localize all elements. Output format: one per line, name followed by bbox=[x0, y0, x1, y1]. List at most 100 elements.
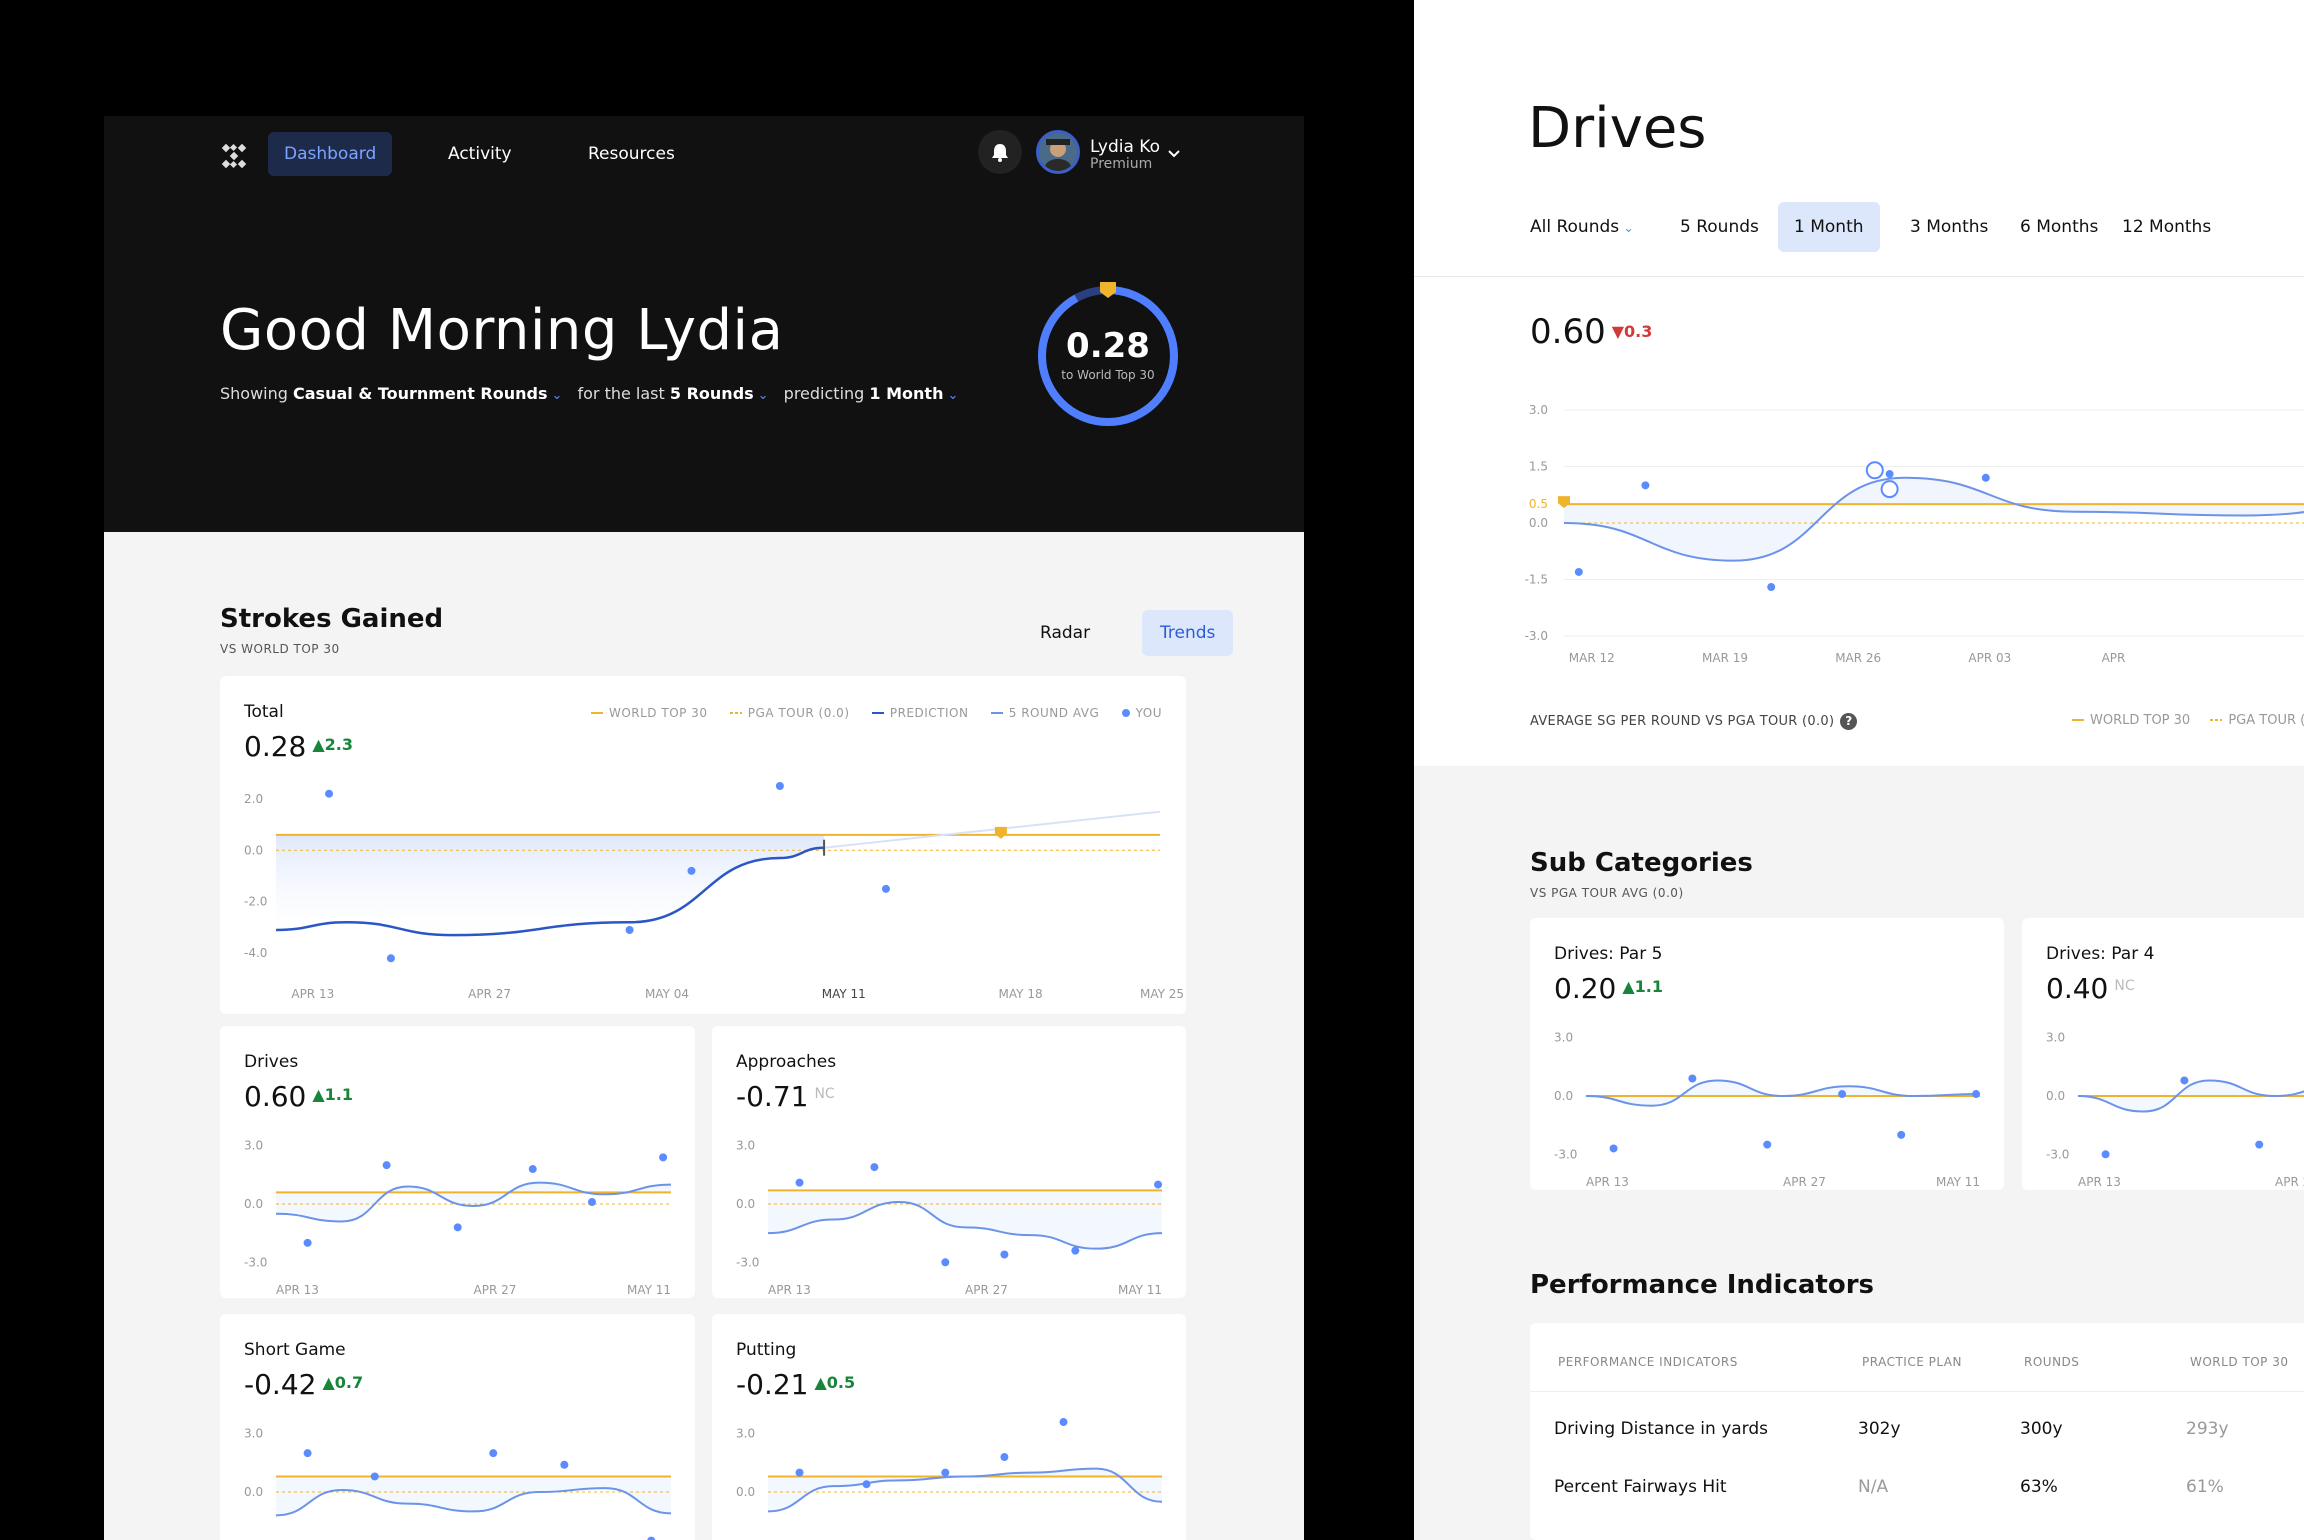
card-label: Putting bbox=[736, 1340, 797, 1360]
x-tick-label: MAY 11 bbox=[1118, 1283, 1162, 1297]
x-tick-label: MAY 11 bbox=[822, 987, 866, 1001]
sub-category-card[interactable]: Drives: Par 5 0.20 ▲1.1 3.0 0.0 -3.0 APR 13 A… bbox=[1530, 918, 2004, 1190]
you-point bbox=[489, 1449, 498, 1458]
y-tick-label: -3.0 bbox=[1525, 629, 1548, 643]
you-point bbox=[303, 1449, 312, 1458]
you-point bbox=[370, 1472, 379, 1481]
nav-resources[interactable]: Resources bbox=[572, 132, 691, 176]
notifications-button[interactable] bbox=[978, 130, 1022, 174]
tab-12-months[interactable]: 12 Months bbox=[2106, 202, 2227, 252]
table-cell: 61% bbox=[2186, 1477, 2224, 1497]
card-label: Drives: Par 4 bbox=[2046, 944, 2155, 964]
period-dropdown[interactable]: 1 Month bbox=[869, 384, 943, 403]
y-tick-label: 0.5 bbox=[1529, 497, 1548, 511]
y-tick-label: 0.0 bbox=[244, 1197, 263, 1211]
you-point bbox=[1000, 1250, 1009, 1259]
x-tick-label: APR 13 bbox=[1586, 1175, 1629, 1189]
table-header: PRACTICE PLAN bbox=[1862, 1355, 1962, 1369]
approaches-card[interactable]: Approaches -0.71 NC 3.0 0.0 -3.0 APR 13 APR 2… bbox=[712, 1026, 1186, 1298]
delta-down: ▼0.3 bbox=[1611, 322, 1653, 341]
chevron-down-icon[interactable]: ⌄ bbox=[758, 388, 769, 403]
you-point bbox=[1981, 473, 1990, 482]
x-tick-label: MAR 19 bbox=[1702, 651, 1748, 665]
you-point bbox=[303, 1238, 312, 1247]
y-tick-label: 0.0 bbox=[244, 1485, 263, 1499]
card-value: 0.40 NC bbox=[2046, 972, 2135, 1005]
drives-value: 0.60 ▼0.3 bbox=[1530, 312, 1653, 352]
score-value: 0.28 bbox=[1066, 326, 1150, 366]
avatar[interactable] bbox=[1036, 130, 1080, 174]
tab-6-months[interactable]: 6 Months bbox=[2004, 202, 2114, 252]
trend-area bbox=[1586, 1080, 1980, 1106]
y-tick-label: 0.0 bbox=[1554, 1089, 1573, 1103]
x-tick-label: MAY 04 bbox=[645, 987, 689, 1001]
sub-category-card[interactable]: Drives: Par 4 0.40 NC 3.0 0.0 -3.0 APR 13 APR… bbox=[2022, 918, 2304, 1190]
drives-header-section: Drives All Rounds ⌄ 5 Rounds 1 Month 3 Mo… bbox=[1414, 0, 2304, 766]
user-name[interactable]: Lydia Ko bbox=[1090, 137, 1160, 157]
short-game-card[interactable]: Short Game -0.42 ▲0.7 3.0 0.0 bbox=[220, 1314, 695, 1540]
you-point bbox=[1574, 567, 1583, 576]
showing-label: Showing bbox=[220, 384, 288, 403]
help-icon[interactable]: ? bbox=[1840, 713, 1858, 730]
y-tick-label: 3.0 bbox=[244, 1427, 263, 1441]
x-tick-label: MAY 11 bbox=[627, 1283, 671, 1297]
prediction-area bbox=[276, 834, 825, 936]
putting-chart: 3.0 0.0 bbox=[736, 1418, 1163, 1513]
x-tick-label: APR 13 bbox=[768, 1283, 811, 1297]
table-header: WORLD TOP 30 bbox=[2190, 1355, 2289, 1369]
nav-dashboard[interactable]: Dashboard bbox=[268, 132, 393, 176]
divider bbox=[1414, 276, 2304, 277]
you-point bbox=[2101, 1150, 2110, 1159]
table-cell: 293y bbox=[2186, 1419, 2229, 1439]
you-point bbox=[1641, 481, 1650, 490]
trend-area bbox=[768, 1468, 1162, 1512]
avatar-image bbox=[1039, 133, 1077, 171]
app-logo-icon[interactable] bbox=[220, 142, 248, 170]
all-rounds-dropdown[interactable]: All Rounds ⌄ bbox=[1514, 202, 1660, 252]
you-point bbox=[382, 1161, 391, 1170]
x-tick-label: MAY 18 bbox=[999, 987, 1043, 1001]
you-point bbox=[795, 1468, 804, 1477]
y-tick-label: 0.0 bbox=[1529, 516, 1548, 530]
card-value: 0.60 ▲1.1 bbox=[244, 1080, 353, 1113]
y-tick-label: 0.0 bbox=[244, 843, 263, 857]
nav-activity[interactable]: Activity bbox=[432, 132, 528, 176]
card-label: Approaches bbox=[736, 1052, 837, 1072]
card-label: Short Game bbox=[244, 1340, 346, 1360]
tab-3-months[interactable]: 3 Months bbox=[1894, 202, 2004, 252]
legend-pga-tour: PGA TOUR (0.0) bbox=[729, 706, 850, 720]
you-point bbox=[2255, 1140, 2264, 1149]
y-tick-label: -1.5 bbox=[1525, 573, 1548, 587]
drives-card[interactable]: Drives 0.60 ▲1.1 3.0 0.0 -3.0 APR 13 APR 27 MA… bbox=[220, 1026, 695, 1298]
putting-card[interactable]: Putting -0.21 ▲0.5 3.0 0.0 bbox=[712, 1314, 1186, 1540]
x-tick-label: APR 27 bbox=[474, 1283, 517, 1297]
tab-trends[interactable]: Trends bbox=[1142, 610, 1234, 656]
table-header: PERFORMANCE INDICATORS bbox=[1558, 1355, 1738, 1369]
chevron-down-icon[interactable]: ⌄ bbox=[947, 388, 958, 403]
you-point bbox=[1071, 1246, 1080, 1255]
tab-1-month[interactable]: 1 Month bbox=[1778, 202, 1880, 252]
strokes-gained-subtitle: VS WORLD TOP 30 bbox=[220, 642, 340, 656]
trophy-icon bbox=[1880, 480, 1899, 499]
strokes-gained-title: Strokes Gained bbox=[220, 604, 444, 634]
tab-5-rounds[interactable]: 5 Rounds bbox=[1664, 202, 1775, 252]
rounds-dropdown[interactable]: 5 Rounds bbox=[670, 384, 754, 403]
x-tick-label: APR 13 bbox=[276, 1283, 319, 1297]
trend-area bbox=[276, 1182, 671, 1222]
drives-chart: 3.0 1.5 0.5 0.0 -1.5 -3.0 MAR 12 MAR 19 MAR 26 AP… bbox=[1525, 403, 2304, 665]
user-menu-chevron-icon[interactable] bbox=[1166, 146, 1182, 162]
y-tick-label: -3.0 bbox=[1554, 1147, 1577, 1161]
tab-radar[interactable]: Radar bbox=[1022, 610, 1108, 656]
divider bbox=[1530, 1391, 2304, 1392]
sub-category-chart: 3.0 0.0 -3.0 APR 13 APR 27 MAY 11 bbox=[1554, 1031, 1981, 1189]
chevron-down-icon: ⌄ bbox=[1623, 221, 1635, 236]
you-point bbox=[647, 1536, 656, 1540]
legend-world-top-30: WORLD TOP 30 bbox=[2072, 713, 2190, 728]
y-tick-label: -2.0 bbox=[244, 895, 267, 909]
you-point bbox=[941, 1468, 950, 1477]
chevron-down-icon[interactable]: ⌄ bbox=[552, 388, 563, 403]
round-type-dropdown[interactable]: Casual & Tournment Rounds bbox=[293, 384, 547, 403]
card-label: Drives: Par 5 bbox=[1554, 944, 1663, 964]
you-point bbox=[560, 1460, 569, 1469]
shield-icon bbox=[1100, 282, 1116, 298]
